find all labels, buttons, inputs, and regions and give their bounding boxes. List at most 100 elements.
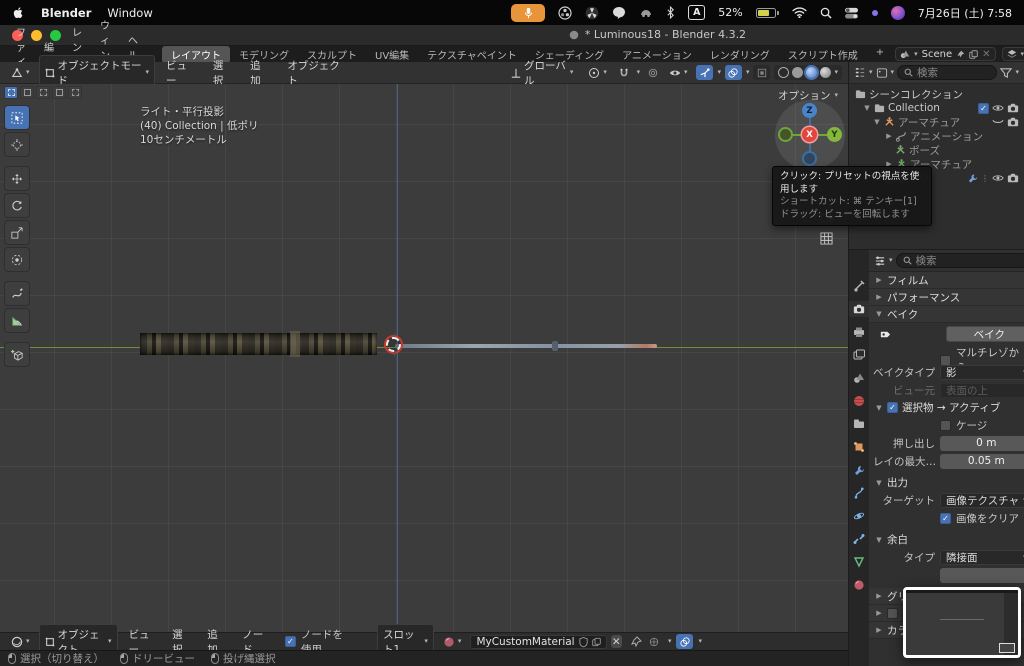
select-mode-intersect[interactable]	[68, 86, 82, 99]
shader-snap-chevron[interactable]: ▾	[668, 638, 672, 645]
selected-to-active-checkbox[interactable]: ✓	[887, 402, 898, 413]
select-tweak-mode[interactable]	[4, 86, 18, 99]
obs-icon[interactable]	[558, 5, 572, 20]
shader-overlays-chevron[interactable]: ▾	[698, 638, 702, 645]
expand-icon[interactable]: ▼	[873, 118, 881, 126]
outliner-row-scene-collection[interactable]: シーンコレクション	[855, 87, 1024, 101]
gizmo-axis-y[interactable]: Y	[827, 127, 842, 142]
display-mode-chevron[interactable]: ▾	[891, 69, 895, 76]
tool-scale[interactable]	[4, 220, 30, 245]
properties-editor-chevron[interactable]: ▾	[889, 257, 893, 264]
outliner-editor-icon[interactable]	[854, 67, 866, 79]
gizmo-settings-chevron[interactable]: ▾	[717, 69, 721, 76]
camera-render-icon[interactable]	[1007, 172, 1019, 184]
eye-icon[interactable]	[992, 172, 1004, 184]
xray-toggle[interactable]	[753, 65, 771, 80]
model-guard-mesh[interactable]	[290, 331, 300, 357]
tool-annotate[interactable]	[4, 281, 30, 306]
gizmo-axis-neg-y[interactable]	[778, 127, 793, 142]
properties-search-input[interactable]: 検索	[895, 253, 1024, 268]
tab-rendering[interactable]: レンダリング	[701, 46, 779, 63]
pivot-point-dropdown[interactable]: ▾	[583, 65, 612, 81]
collection-checkbox[interactable]: ✓	[978, 102, 989, 114]
pin-icon[interactable]	[956, 50, 965, 59]
show-overlays-toggle[interactable]	[724, 65, 742, 80]
gizmo-axis-neg-z[interactable]	[802, 151, 817, 166]
unlink-scene-icon[interactable]: ✕	[982, 49, 990, 60]
show-gizmo-toggle[interactable]	[696, 65, 714, 80]
model-blade-mesh[interactable]	[395, 344, 657, 348]
overlays-settings-chevron[interactable]: ▾	[746, 69, 750, 76]
pin-node-tree-icon[interactable]	[630, 635, 642, 648]
model-hilt-mesh[interactable]	[140, 333, 377, 355]
screenshot-preview-thumbnail[interactable]	[903, 587, 1021, 658]
panel-film[interactable]: ▶ フィルム	[869, 272, 1024, 289]
shading-settings-chevron[interactable]: ▾	[834, 69, 838, 76]
snap-toggle[interactable]	[617, 65, 632, 80]
control-center-icon[interactable]	[844, 7, 859, 19]
tab-uv-editing[interactable]: UV編集	[366, 46, 418, 63]
collapsed-icon[interactable]: ▶	[885, 132, 893, 140]
mic-indicator-icon[interactable]	[511, 3, 546, 22]
outliner-row-pose[interactable]: ポーズ	[855, 143, 1024, 157]
tab-data-properties[interactable]	[849, 554, 869, 570]
outliner-display-mode-icon[interactable]	[876, 67, 888, 79]
proportional-edit-toggle[interactable]	[645, 65, 660, 80]
outliner-editor-chevron[interactable]: ▾	[869, 69, 873, 76]
select-mode-extend[interactable]	[36, 86, 50, 99]
add-workspace-button[interactable]: +	[867, 46, 893, 63]
properties-editor-icon[interactable]	[874, 255, 886, 267]
shading-wireframe-button[interactable]	[778, 67, 790, 78]
tab-render-properties[interactable]	[849, 301, 869, 317]
shader-editor-type-button[interactable]: ▾	[6, 634, 35, 650]
tab-tool-properties[interactable]	[849, 278, 869, 294]
shader-snap-toggle[interactable]	[646, 634, 663, 649]
tool-cursor[interactable]	[4, 132, 30, 157]
vpn-app-icon[interactable]	[639, 6, 653, 20]
panel-selected-to-active[interactable]: ▼ ✓ 選択物 → アクティブ	[869, 399, 1024, 416]
shader-overlays-toggle[interactable]	[676, 634, 694, 649]
tab-object-properties[interactable]	[849, 439, 869, 455]
new-scene-icon[interactable]	[969, 49, 978, 59]
gizmo-axis-x[interactable]: X	[802, 127, 817, 142]
shading-solid-button[interactable]	[792, 67, 804, 78]
filter-chevron[interactable]: ▾	[1015, 69, 1019, 76]
wifi-icon[interactable]	[792, 7, 807, 18]
tab-material-properties[interactable]	[849, 577, 869, 593]
bluetooth-icon[interactable]	[666, 6, 675, 19]
eye-closed-icon[interactable]	[992, 116, 1004, 128]
filter-funnel-icon[interactable]	[1000, 67, 1013, 79]
outliner-row-animation[interactable]: ▶ アニメーション	[855, 129, 1024, 143]
fan-app-icon[interactable]	[585, 6, 599, 20]
line-app-icon[interactable]	[612, 6, 626, 20]
bake-type-dropdown[interactable]: 影▾	[940, 364, 1024, 380]
tab-scripting[interactable]: スクリプト作成	[779, 46, 867, 63]
outliner-row-armature-object[interactable]: ▼ アーマチュア	[855, 115, 1024, 129]
editor-type-button[interactable]: ▾	[6, 65, 35, 81]
scene-selector[interactable]: ▾ Scene ✕	[895, 47, 996, 61]
target-dropdown[interactable]: 画像テクスチャ▾	[940, 492, 1024, 508]
outliner-search-input[interactable]: 検索	[897, 65, 998, 80]
material-name-field[interactable]: MyCustomMaterial	[470, 634, 607, 649]
camera-render-icon[interactable]	[1007, 102, 1019, 114]
freestyle-checkbox[interactable]	[887, 607, 898, 619]
select-mode-new[interactable]	[20, 86, 34, 99]
panel-margin[interactable]: ▼ 余白	[869, 531, 1024, 548]
input-source-icon[interactable]: A	[688, 5, 706, 20]
tool-measure[interactable]	[4, 308, 30, 333]
gizmo-axis-z[interactable]: Z	[802, 103, 817, 118]
apple-logo-icon[interactable]	[12, 6, 25, 19]
tab-constraint-properties[interactable]	[849, 531, 869, 547]
unlink-material-button[interactable]: ✕	[610, 635, 622, 648]
use-nodes-checkbox[interactable]: ✓	[284, 636, 296, 647]
panel-bake[interactable]: ▼ ベイク	[869, 306, 1024, 323]
shading-rendered-button[interactable]	[820, 67, 832, 78]
tab-collection-properties[interactable]	[849, 416, 869, 432]
bake-button[interactable]: ベイク	[946, 326, 1024, 342]
tab-modifier-properties[interactable]	[849, 462, 869, 478]
extrusion-field[interactable]: 0 m	[940, 435, 1024, 451]
select-mode-subtract[interactable]	[52, 86, 66, 99]
battery-icon[interactable]	[755, 7, 779, 18]
menubar-datetime[interactable]: 7月26日 (土) 7:58	[918, 5, 1012, 21]
object-visibility-dropdown[interactable]: ▾	[664, 65, 693, 81]
